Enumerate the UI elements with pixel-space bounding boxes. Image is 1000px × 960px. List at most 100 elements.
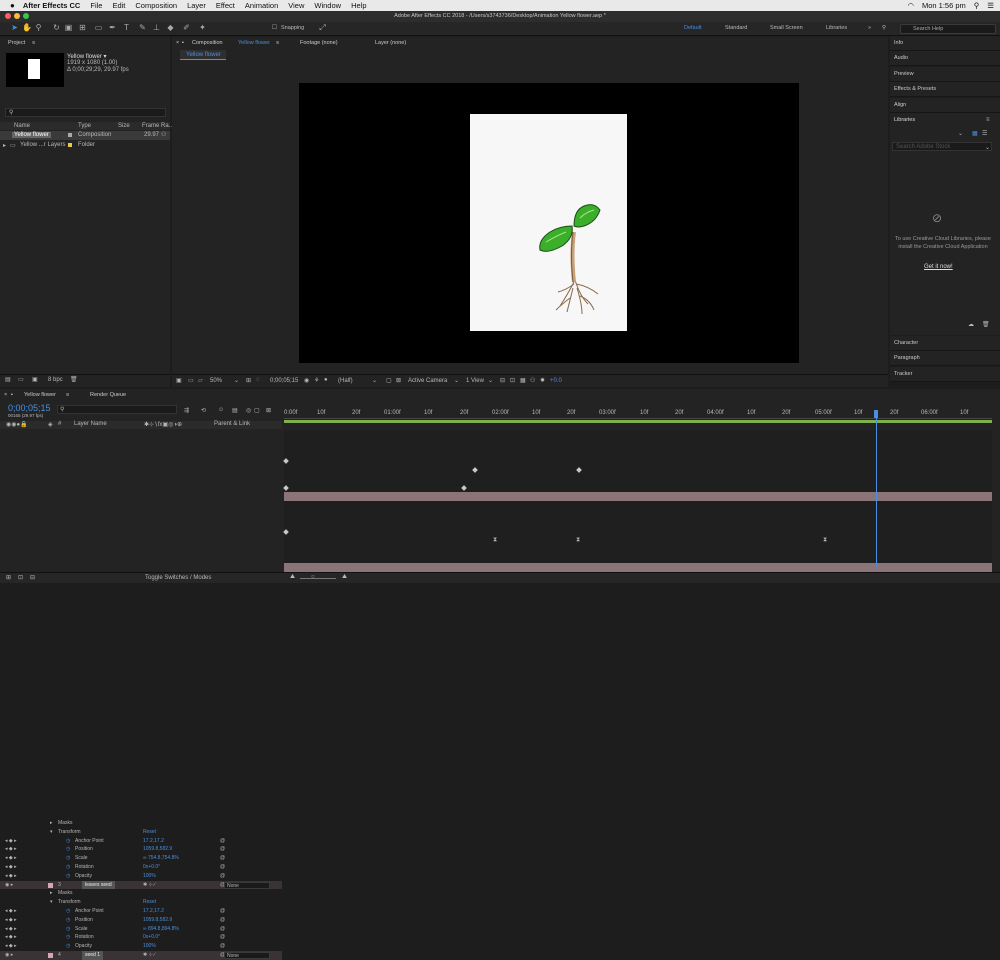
snapping-checkbox-icon[interactable]: ☐ (270, 23, 279, 33)
time-ruler[interactable]: 0:00f 10f 20f 01:00f 10f 20f 02:00f 10f … (284, 409, 992, 419)
property-name[interactable]: Transform (58, 828, 81, 837)
reset-exposure-icon[interactable]: ✹ (540, 377, 545, 384)
camera-dropdown[interactable]: Active Camera (408, 378, 447, 384)
rectangle-tool-icon[interactable]: ▭ (94, 23, 103, 33)
get-it-now-link[interactable]: Get it now! (924, 264, 953, 270)
property-value[interactable]: Reset (143, 828, 156, 837)
chevron-down-icon[interactable]: ⌄ (958, 130, 963, 137)
preview-panel[interactable]: Preview (890, 67, 1000, 82)
toggle-switches-modes[interactable]: Toggle Switches / Modes (145, 575, 211, 581)
pan-behind-tool-icon[interactable]: ⊞ (78, 23, 87, 33)
hand-tool-icon[interactable]: ✋ (22, 23, 32, 33)
camera-tool-icon[interactable]: ▣ (64, 23, 73, 33)
col-size[interactable]: Size (118, 123, 130, 129)
zoom-tool-icon[interactable]: ⚲ (34, 23, 43, 33)
workspace-libraries[interactable]: Libraries (826, 25, 847, 31)
current-time[interactable]: 0;00;05;15 (270, 378, 298, 384)
row-controls-icon[interactable]: ◂ ◆ ▸ (5, 942, 17, 951)
workspace-standard[interactable]: Standard (725, 25, 747, 31)
expand-arrow-icon[interactable]: ▸ (3, 142, 6, 149)
transfer-controls-icon[interactable]: ⊡ (18, 574, 23, 581)
info-panel[interactable]: Info (890, 36, 1000, 51)
snap-options-icon[interactable]: ⤢ (318, 23, 327, 33)
property-row[interactable]: ◂ ◆ ▸ ◷ Opacity 100% @ (0, 942, 1000, 951)
interpret-footage-icon[interactable]: ▤ (5, 376, 11, 383)
menu-layer[interactable]: Layer (187, 1, 206, 10)
property-value[interactable]: ∞ 754.8,754.8% (143, 854, 179, 863)
eraser-tool-icon[interactable]: ◆ (166, 23, 175, 33)
playhead-handle[interactable] (874, 410, 878, 418)
pickwhip-icon[interactable]: @ (220, 863, 225, 872)
stopwatch-icon[interactable]: ◷ (66, 916, 70, 925)
stopwatch-icon[interactable]: ◷ (66, 863, 70, 872)
parent-link-column[interactable]: Parent & Link (214, 421, 250, 427)
in-out-icon[interactable]: ⊟ (30, 574, 35, 581)
show-snapshot-icon[interactable]: ⚘ (314, 377, 319, 384)
pickwhip-icon[interactable]: @ (220, 837, 225, 846)
panel-menu-icon[interactable]: ≡ (986, 117, 990, 123)
zoom-dropdown[interactable]: 50% (210, 378, 222, 384)
snapshot-icon[interactable]: ◉ (304, 377, 309, 384)
audio-panel[interactable]: Audio (890, 51, 1000, 66)
chevron-down-icon[interactable]: ⌄ (372, 377, 377, 384)
type-tool-icon[interactable]: T (122, 23, 131, 33)
expand-arrow-icon[interactable]: ▸ (50, 889, 53, 898)
graph-toggle-icon[interactable]: ⊠ (266, 407, 271, 414)
property-row[interactable]: ▸ Masks (0, 889, 1000, 898)
layer-name[interactable]: leaves seed (82, 880, 115, 890)
layer-switches-icon[interactable]: ✱ ⊹ ∕ (143, 951, 155, 960)
comp-flow-icon[interactable]: ⚇ (161, 131, 166, 138)
row-controls-icon[interactable]: ◂ ◆ ▸ (5, 933, 17, 942)
parent-dropdown[interactable]: None (224, 952, 270, 959)
property-value[interactable]: ∞ 894.8,894.8% (143, 925, 179, 934)
layer-name-column[interactable]: Layer Name (74, 421, 107, 427)
close-tab-icon[interactable]: × (4, 392, 7, 398)
pickwhip-icon[interactable]: @ (220, 942, 225, 951)
property-name[interactable]: Masks (58, 819, 72, 828)
search-help-field[interactable]: Search Help (900, 24, 996, 34)
region-of-interest-icon[interactable]: ▢ (386, 377, 392, 384)
brush-tool-icon[interactable]: ✎ (138, 23, 147, 33)
pickwhip-icon[interactable]: @ (220, 907, 225, 916)
chevron-down-icon[interactable]: ⌄ (234, 377, 239, 384)
tracker-panel[interactable]: Tracker (890, 367, 1000, 382)
menu-list-icon[interactable]: ☰ (987, 1, 994, 10)
property-row[interactable]: ◂ ◆ ▸ ◷ Rotation 0x+0.0° @ (0, 933, 1000, 942)
selection-tool-icon[interactable]: ➤ (10, 23, 19, 33)
graph-editor-icon[interactable]: ▢ (254, 407, 260, 414)
row-controls-icon[interactable]: ◂ ◆ ▸ (5, 916, 17, 925)
timeline-icon[interactable]: ▦ (520, 377, 526, 384)
property-value[interactable]: 1059.8,582.9 (143, 916, 172, 925)
stopwatch-icon[interactable]: ◷ (66, 942, 70, 951)
property-row[interactable]: ◂ ◆ ▸ ◷ Scale ∞ 894.8,894.8% @ (0, 925, 1000, 934)
clone-stamp-tool-icon[interactable]: ⊥ (152, 23, 161, 33)
always-preview-icon[interactable]: ▣ (176, 377, 182, 384)
property-name[interactable]: Anchor Point (75, 907, 104, 916)
parent-dropdown[interactable]: None (224, 881, 270, 889)
pickwhip-icon[interactable]: @ (220, 845, 225, 854)
property-name[interactable]: Anchor Point (75, 837, 104, 846)
property-value[interactable]: 100% (143, 872, 156, 881)
property-value[interactable]: Reset (143, 898, 156, 907)
effects-presets-panel[interactable]: Effects & Presets (890, 82, 1000, 97)
layer-name[interactable]: seed 1 (82, 951, 104, 960)
delete-icon[interactable]: 🗑 (982, 321, 990, 328)
timeline-search-input[interactable]: ⚲ (57, 405, 177, 414)
chevron-down-icon[interactable]: ⌄ (454, 377, 459, 384)
motion-blur-icon[interactable]: ◎ (246, 407, 251, 414)
pickwhip-icon[interactable]: @ (220, 854, 225, 863)
menu-window[interactable]: Window (314, 1, 341, 10)
hold-keyframe[interactable]: ⧗ (823, 537, 827, 544)
clock[interactable]: Mon 1:56 pm (922, 1, 966, 10)
close-tab-icon[interactable]: × (176, 40, 179, 46)
layer-switches-icon[interactable]: ✱ ⊹ ∕ (143, 881, 155, 890)
row-controls-icon[interactable]: ◂ ◆ ▸ (5, 872, 17, 881)
project-search-input[interactable]: ⚲ (5, 108, 166, 117)
apple-icon[interactable]: ● (10, 1, 15, 10)
layer-row[interactable]: ◉ ▸ 3 leaves seed @ ✱ ⊹ ∕ None (0, 880, 282, 890)
character-panel[interactable]: Character (890, 336, 1000, 351)
lock-icon[interactable]: ▪ (182, 40, 184, 46)
pickwhip-icon[interactable]: @ (220, 872, 225, 881)
pen-tool-icon[interactable]: ✒ (108, 23, 117, 33)
search-icon[interactable]: ⚲ (882, 25, 886, 31)
